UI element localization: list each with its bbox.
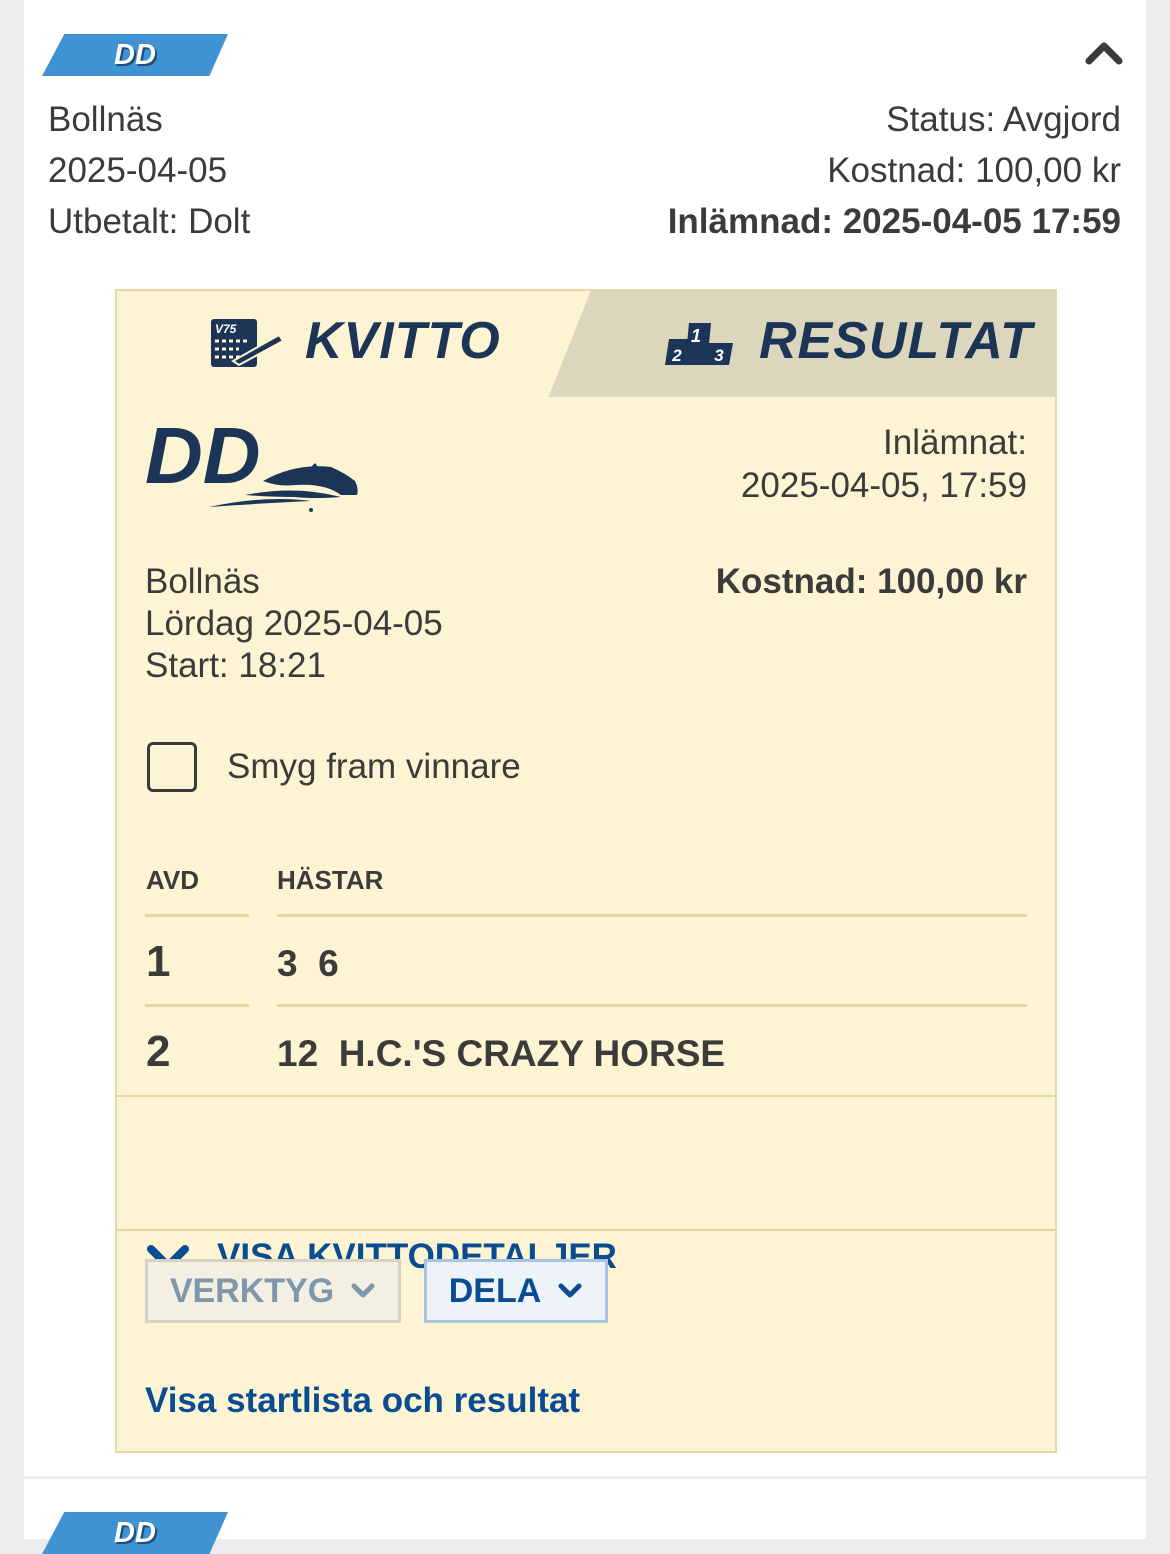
share-button[interactable]: DELA (424, 1259, 608, 1323)
divider (117, 1095, 1055, 1097)
race-day: Lördag 2025-04-05 (145, 604, 443, 643)
ticket-date: 2025-04-05 (48, 151, 228, 190)
ticket-track: Bollnäs (48, 100, 163, 139)
game-badge: DD (42, 34, 228, 76)
race-track: Bollnäs (145, 562, 260, 601)
sneak-winner-label: Smyg fram vinnare (227, 747, 521, 786)
svg-text:2: 2 (671, 346, 682, 365)
receipt-panel: 1 2 3 RESULTAT V75 KVITTO DD Inlämnat: 2… (115, 289, 1057, 1453)
receipt-submitted-value: 2025-04-05, 17:59 (740, 466, 1027, 505)
ticket-cost: Kostnad: 100,00 kr (827, 151, 1121, 190)
tab-resultat-label: RESULTAT (759, 312, 1033, 370)
receipt-submitted-label: Inlämnat: (883, 423, 1027, 462)
dd-logo: DD (145, 411, 358, 512)
svg-text:V75: V75 (215, 322, 237, 336)
ticket-info-right: Status: Avgjord Kostnad: 100,00 kr Inläm… (668, 94, 1121, 247)
podium-icon: 1 2 3 (665, 323, 733, 365)
table-rule (277, 914, 1027, 917)
chevron-down-icon (558, 1283, 582, 1298)
receipt-submitted: Inlämnat: 2025-04-05, 17:59 (741, 421, 1027, 507)
svg-text:1: 1 (691, 326, 701, 346)
tab-kvitto[interactable]: V75 KVITTO (117, 291, 587, 397)
sneak-winner-checkbox[interactable] (147, 742, 197, 792)
divider (117, 1229, 1055, 1231)
startlist-link[interactable]: Visa startlista och resultat (145, 1381, 580, 1421)
race-start: Start: 18:21 (145, 646, 326, 685)
svg-text:DD: DD (145, 411, 261, 500)
table-rule (145, 914, 249, 917)
svg-text:3: 3 (714, 346, 724, 365)
collapse-button[interactable] (1084, 36, 1124, 68)
table-rule (277, 1004, 1027, 1007)
ticket-status: Status: Avgjord (886, 100, 1121, 139)
chevron-up-icon (1085, 42, 1123, 65)
header-horses: HÄSTAR (277, 865, 384, 895)
race-info: Bollnäs Lördag 2025-04-05 Start: 18:21 (145, 561, 443, 687)
table-row-horses: 3 6 (277, 943, 339, 984)
tools-button[interactable]: VERKTYG (145, 1259, 401, 1323)
ticket-submitted: Inlämnad: 2025-04-05 17:59 (667, 202, 1121, 241)
sneak-winner-toggle[interactable]: Smyg fram vinnare (147, 742, 521, 792)
header-avd: AVD (146, 865, 199, 895)
next-game-badge: DD (42, 1512, 228, 1554)
ticket-payout: Utbetalt: Dolt (48, 202, 251, 241)
chevron-down-icon (351, 1283, 375, 1298)
share-button-label: DELA (448, 1271, 542, 1310)
tools-button-label: VERKTYG (169, 1271, 335, 1310)
table-row-avd: 2 (146, 1027, 171, 1076)
table-rule (145, 1004, 249, 1007)
receipt-cost: Kostnad: 100,00 kr (715, 562, 1027, 601)
receipt-icon: V75 (211, 319, 285, 367)
table-row-avd: 1 (146, 937, 171, 986)
tab-kvitto-label: KVITTO (305, 312, 501, 370)
ticket-info-left: Bollnäs 2025-04-05 Utbetalt: Dolt (48, 94, 250, 247)
table-row-horses: 12 H.C.'S CRAZY HORSE (277, 1033, 726, 1074)
